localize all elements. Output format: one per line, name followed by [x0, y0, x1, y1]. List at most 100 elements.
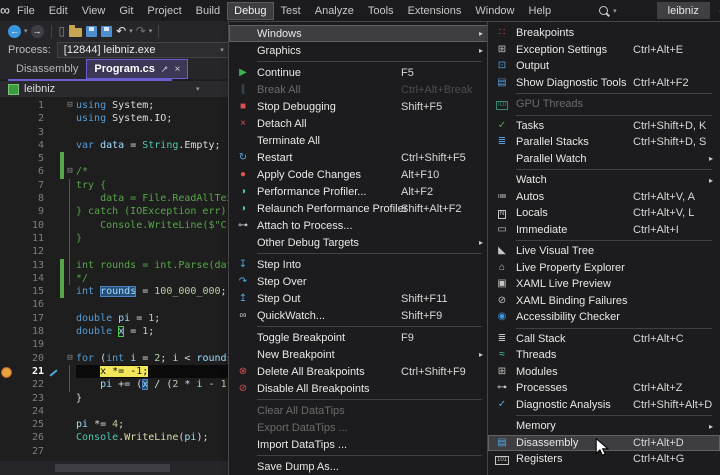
menu-item-performance-profiler[interactable]: ◑Performance Profiler...Alt+F2: [229, 183, 490, 200]
navigate-backward-icon[interactable]: ←: [8, 25, 21, 38]
breakpoint-margin[interactable]: [0, 219, 10, 232]
menubar-item-edit[interactable]: Edit: [42, 2, 75, 20]
menu-item-show-diagnostic-tools[interactable]: ▤Show Diagnostic ToolsCtrl+Alt+F2: [488, 75, 720, 92]
menu-item-exception-settings[interactable]: ⊞Exception SettingsCtrl+Alt+E: [488, 42, 720, 59]
open-folder-icon[interactable]: [69, 28, 82, 37]
menu-item-stop-debugging[interactable]: ■Stop DebuggingShift+F5: [229, 98, 490, 115]
fold-toggle-icon[interactable]: ⊟: [64, 352, 76, 365]
menu-item-accessibility-checker[interactable]: ◉Accessibility Checker: [488, 309, 720, 326]
menubar-item-help[interactable]: Help: [522, 2, 559, 20]
menu-item-gpu-threads[interactable]: IOIGPU Threads: [488, 96, 720, 113]
menubar-item-extensions[interactable]: Extensions: [401, 2, 469, 20]
scrollbar-thumb[interactable]: [55, 464, 170, 472]
pin-icon[interactable]: ⊸: [158, 62, 171, 75]
menu-item-step-into[interactable]: ↧Step Into: [229, 256, 490, 273]
breakpoint-margin[interactable]: [0, 378, 10, 391]
menu-item-live-visual-tree[interactable]: ◣Live Visual Tree: [488, 243, 720, 260]
breakpoint-margin[interactable]: [0, 445, 10, 458]
menu-item-live-property-explorer[interactable]: ⌂Live Property Explorer: [488, 260, 720, 277]
menu-item-toggle-breakpoint[interactable]: Toggle BreakpointF9: [229, 329, 490, 346]
menu-item-continue[interactable]: ▶ContinueF5: [229, 64, 490, 81]
menu-item-immediate[interactable]: ▭ImmediateCtrl+Alt+I: [488, 222, 720, 239]
breakpoint-margin[interactable]: [0, 418, 10, 431]
menubar-item-debug[interactable]: Debug: [227, 2, 273, 20]
menu-item-import-datatips[interactable]: Import DataTips ...: [229, 436, 490, 453]
menu-item-step-over[interactable]: ↷Step Over: [229, 273, 490, 290]
menubar-item-analyze[interactable]: Analyze: [308, 2, 361, 20]
breakpoint-margin[interactable]: [0, 192, 10, 205]
new-file-icon[interactable]: ▯: [59, 23, 66, 39]
breakpoint-margin[interactable]: [0, 152, 10, 165]
menubar-item-view[interactable]: View: [75, 2, 113, 20]
minimize-button[interactable]: –: [710, 5, 720, 17]
breakpoint-margin[interactable]: [0, 245, 10, 258]
menu-item-call-stack[interactable]: ≣Call StackCtrl+Alt+C: [488, 331, 720, 348]
menu-item-delete-all-breakpoints[interactable]: ⊗Delete All BreakpointsCtrl+Shift+F9: [229, 363, 490, 380]
menubar-item-git[interactable]: Git: [112, 2, 140, 20]
menu-item-step-out[interactable]: ↥Step OutShift+F11: [229, 290, 490, 307]
breakpoint-margin[interactable]: [0, 272, 10, 285]
menu-item-other-debug-targets[interactable]: Other Debug Targets▸: [229, 234, 490, 251]
menu-item-terminate-all[interactable]: Terminate All: [229, 132, 490, 149]
menu-item-relaunch-performance-profiler[interactable]: ◑Relaunch Performance ProfilerShift+Alt+…: [229, 200, 490, 217]
redo-icon[interactable]: ↷: [136, 23, 146, 39]
breakpoint-margin[interactable]: [0, 431, 10, 444]
menu-item-parallel-stacks[interactable]: ≣Parallel StacksCtrl+Shift+D, S: [488, 134, 720, 151]
menu-item-parallel-watch[interactable]: Parallel Watch▸: [488, 151, 720, 168]
menu-item-threads[interactable]: ≈Threads: [488, 347, 720, 364]
menubar-item-test[interactable]: Test: [274, 2, 308, 20]
menu-item-attach-to-process[interactable]: ⊶Attach to Process...: [229, 217, 490, 234]
menu-item-export-datatips[interactable]: Export DataTips ...: [229, 419, 490, 436]
breakpoint-margin[interactable]: [0, 312, 10, 325]
breakpoint-margin[interactable]: [0, 352, 10, 365]
tab-program-cs[interactable]: Program.cs⊸×: [86, 59, 188, 79]
breakpoint-margin[interactable]: [0, 405, 10, 418]
breakpoint-margin[interactable]: [0, 99, 10, 112]
breakpoint-margin[interactable]: [0, 365, 10, 378]
menu-item-processes[interactable]: ⊶ProcessesCtrl+Alt+Z: [488, 380, 720, 397]
menu-item-breakpoints[interactable]: ∷Breakpoints: [488, 25, 720, 42]
process-dropdown[interactable]: [12844] leibniz.exe ▾: [57, 42, 231, 58]
menu-item-autos[interactable]: ≔AutosCtrl+Alt+V, A: [488, 189, 720, 206]
breakpoint-margin[interactable]: [0, 165, 10, 178]
menu-item-clear-all-datatips[interactable]: Clear All DataTips: [229, 402, 490, 419]
menu-item-tasks[interactable]: ✓TasksCtrl+Shift+D, K: [488, 118, 720, 135]
breakpoint-margin[interactable]: [0, 139, 10, 152]
breakpoint-margin[interactable]: [0, 232, 10, 245]
menu-item-quickwatch[interactable]: ∞QuickWatch...Shift+F9: [229, 307, 490, 324]
menu-item-save-dump-as[interactable]: Save Dump As...: [229, 458, 490, 475]
menu-item-diagnostic-analysis[interactable]: ✓Diagnostic AnalysisCtrl+Shift+Alt+D: [488, 397, 720, 414]
menu-item-windows[interactable]: Windows▸: [229, 25, 490, 42]
current-statement-marker[interactable]: [1, 367, 12, 378]
breakpoint-margin[interactable]: [0, 205, 10, 218]
breakpoint-margin[interactable]: [0, 392, 10, 405]
navigate-forward-icon[interactable]: →: [31, 25, 44, 38]
breakpoint-margin[interactable]: [0, 298, 10, 311]
breakpoint-margin[interactable]: [0, 338, 10, 351]
breakpoint-margin[interactable]: [0, 259, 10, 272]
menu-item-detach-all[interactable]: ×Detach All: [229, 115, 490, 132]
save-icon[interactable]: [86, 26, 97, 37]
menu-item-graphics[interactable]: Graphics▸: [229, 42, 490, 59]
fold-toggle-icon[interactable]: ⊟: [64, 165, 76, 178]
menubar-item-project[interactable]: Project: [140, 2, 188, 20]
menu-item-xaml-live-preview[interactable]: ▣XAML Live Preview: [488, 276, 720, 293]
menu-item-memory[interactable]: Memory▸: [488, 418, 720, 435]
menubar-item-tools[interactable]: Tools: [361, 2, 401, 20]
close-icon[interactable]: ×: [174, 64, 180, 75]
menu-item-output[interactable]: ⊡Output: [488, 58, 720, 75]
fold-toggle-icon[interactable]: ⊟: [64, 99, 76, 112]
menu-item-new-breakpoint[interactable]: New Breakpoint▸: [229, 346, 490, 363]
breakpoint-margin[interactable]: [0, 285, 10, 298]
menu-item-watch[interactable]: Watch▸: [488, 172, 720, 189]
tab-disassembly[interactable]: Disassembly: [8, 59, 86, 79]
menu-item-apply-code-changes[interactable]: ●Apply Code ChangesAlt+F10: [229, 166, 490, 183]
save-all-icon[interactable]: [101, 26, 112, 37]
breakpoint-margin[interactable]: [0, 325, 10, 338]
breakpoint-margin[interactable]: [0, 179, 10, 192]
undo-icon[interactable]: ↶: [116, 23, 126, 39]
menu-item-modules[interactable]: ⊞Modules: [488, 364, 720, 381]
breakpoint-margin[interactable]: [0, 126, 10, 139]
breakpoint-margin[interactable]: [0, 112, 10, 125]
menubar-item-window[interactable]: Window: [468, 2, 521, 20]
